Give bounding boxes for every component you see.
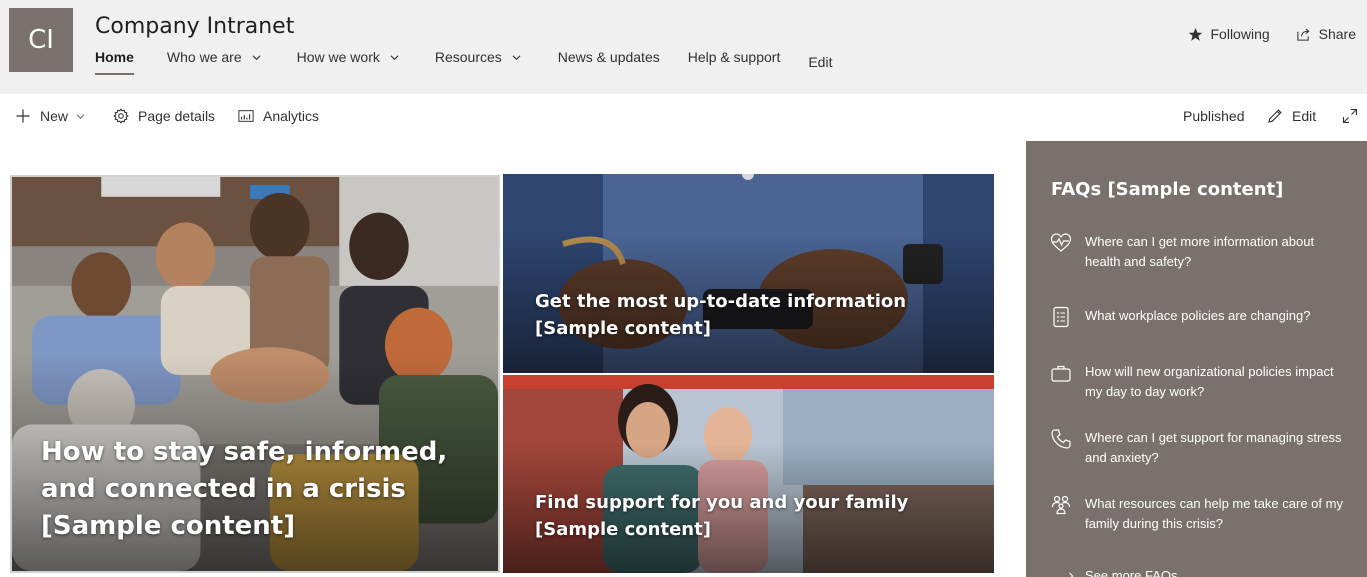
faq-item[interactable]: What resources can help me take care of … [1050,494,1350,534]
star-filled-icon [1188,27,1202,41]
nav-item-label: News & updates [557,49,660,65]
following-button[interactable]: Following [1188,26,1270,42]
analytics-label: Analytics [263,108,320,124]
see-more-faqs-link[interactable]: See more FAQs [1067,568,1177,577]
nav-item-label: Home [95,49,134,65]
nav-item-news-updates[interactable]: News & updates [558,49,660,75]
chevron-down-icon [252,55,261,61]
nav-item-help-support[interactable]: Help & support [688,49,781,75]
hero-top-title: Get the most up-to-date information [Sam… [535,291,907,339]
pencil-icon [1268,109,1282,123]
new-button[interactable]: New [15,108,85,124]
nav-item-label: Who we are [166,49,242,65]
edit-label: Edit [1292,108,1317,124]
top-navigation: Home Who we are How we work Resources Ne… [95,49,832,75]
nav-item-label: Edit [808,54,833,70]
faq-question: What resources can help me take care of … [1085,496,1343,531]
chevron-down-icon [512,55,521,61]
page-details-button[interactable]: Page details [113,108,215,124]
faq-question: Where can I get support for managing str… [1085,430,1342,465]
site-logo[interactable]: CI [9,8,73,72]
share-icon [1297,27,1310,41]
publish-status-label: Published [1183,108,1245,124]
faq-question: Where can I get more information about h… [1085,234,1315,269]
briefcase-icon [1051,365,1071,382]
nav-item-how-we-work[interactable]: How we work [297,49,399,75]
page-details-label: Page details [138,108,216,124]
faq-item[interactable]: Where can I get support for managing str… [1050,428,1350,468]
nav-item-label: How we work [296,49,380,65]
nav-edit-link[interactable]: Edit [808,54,832,80]
see-more-label: See more FAQs [1085,568,1178,577]
expand-arrows-icon [1342,108,1358,124]
expand-button[interactable] [1342,108,1358,124]
phone-hands-photo [503,174,994,373]
site-title[interactable]: Company Intranet [95,14,294,39]
faq-item[interactable]: How will new organizational policies imp… [1050,362,1350,402]
header-actions: Following Share [1188,26,1356,42]
nav-item-label: Resources [434,49,502,65]
faq-title: FAQs [Sample content] [1051,179,1284,200]
gear-icon [113,108,129,124]
heart-pulse-icon [1050,233,1072,252]
faq-question: What workplace policies are changing? [1085,308,1311,323]
faq-panel: FAQs [Sample content] Where can I get mo… [1026,141,1367,577]
publish-status: Published [1183,108,1245,124]
plus-icon [16,109,30,123]
command-bar: New Page details Analytics Published Edi… [0,94,1367,140]
following-label: Following [1210,26,1270,42]
chevron-down-icon [390,55,399,61]
site-logo-initials: CI [28,25,54,55]
faq-question: How will new organizational policies imp… [1085,364,1334,399]
analytics-button[interactable]: Analytics [238,108,319,124]
family-icon [1051,495,1071,515]
phone-icon [1051,429,1071,449]
hero-tile-main[interactable]: How to stay safe, informed, and connecte… [10,175,500,573]
new-label: New [40,108,69,124]
hero-bottom-title: Find support for you and your family [Sa… [535,492,909,540]
hero-tile-bottom[interactable]: Find support for you and your family [Sa… [503,375,994,573]
nav-item-label: Help & support [687,49,781,65]
hero-tile-top[interactable]: Get the most up-to-date information [Sam… [503,174,994,373]
checklist-icon [1053,306,1069,328]
analytics-chart-icon [238,110,254,122]
share-button[interactable]: Share [1296,26,1356,42]
site-header: CI Company Intranet Home Who we are How … [0,0,1367,94]
chevron-down-icon [76,113,85,119]
nav-item-home[interactable]: Home [95,49,134,75]
nav-item-resources[interactable]: Resources [435,49,521,75]
faq-item[interactable]: Where can I get more information about h… [1050,232,1350,272]
edit-page-button[interactable]: Edit [1267,108,1316,124]
chevron-right-icon [1069,571,1074,577]
nav-item-who-we-are[interactable]: Who we are [167,49,261,75]
hero-main-title: How to stay safe, informed, and connecte… [41,437,448,541]
share-label: Share [1318,26,1356,42]
mother-child-photo [503,375,994,573]
faq-item[interactable]: What workplace policies are changing? [1050,306,1350,328]
